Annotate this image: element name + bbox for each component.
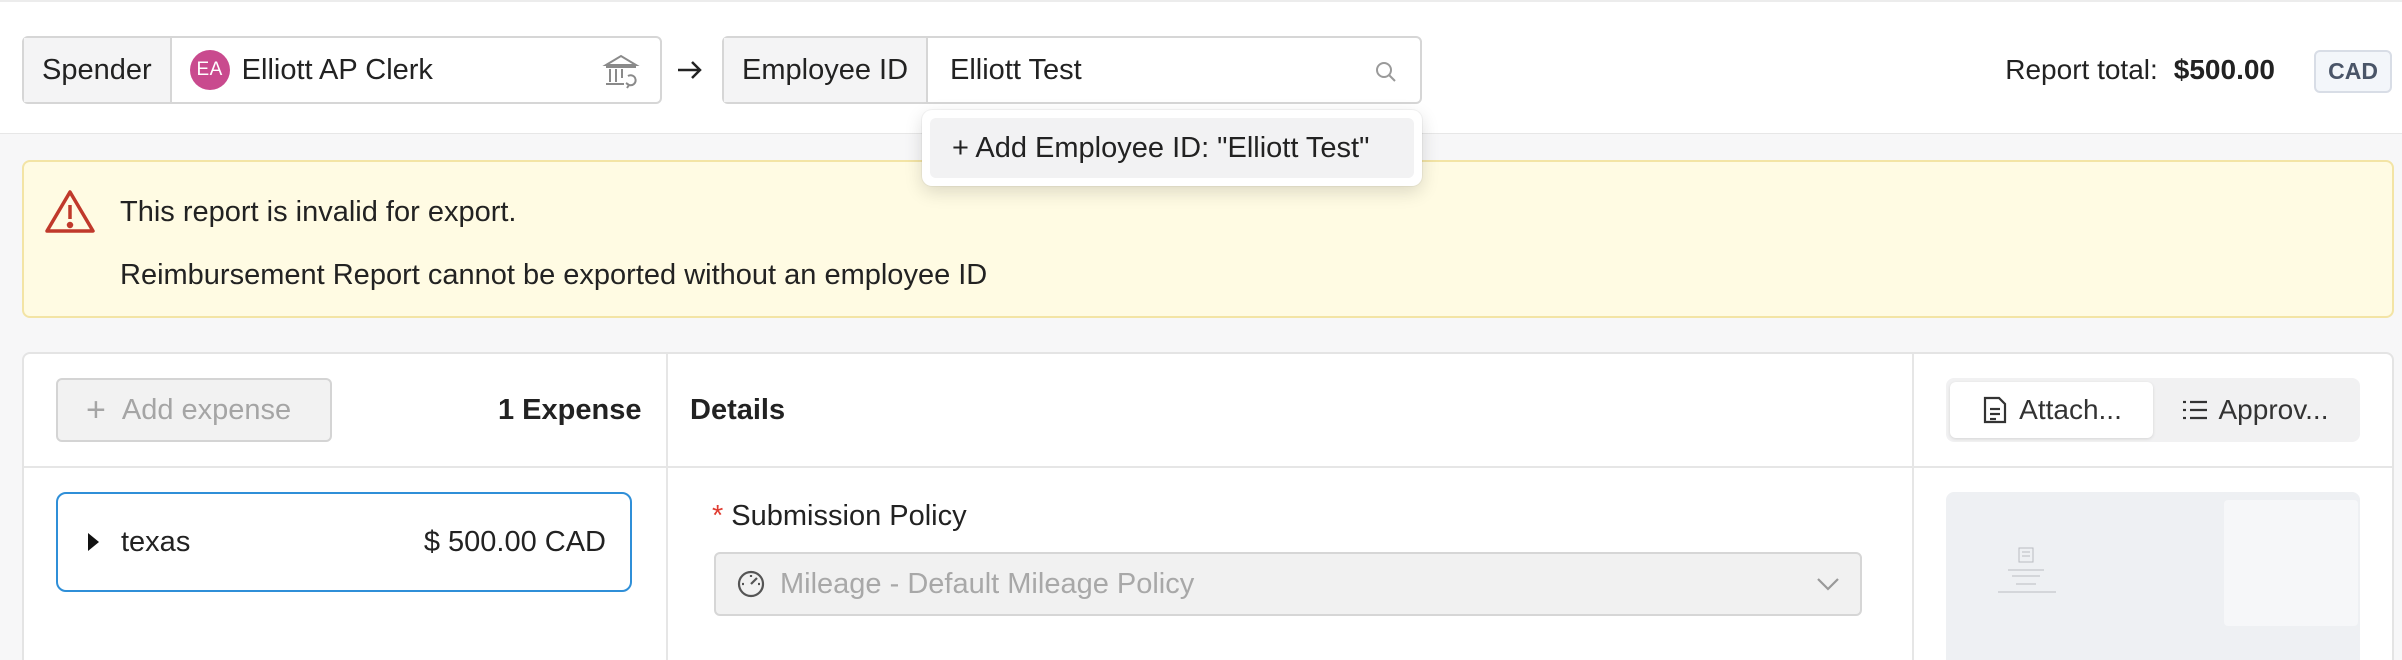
required-mark: *	[712, 500, 724, 532]
details-title: Details	[690, 394, 786, 426]
spender-name: Elliott AP Clerk	[241, 53, 433, 86]
expense-count: 1 Expense	[498, 394, 642, 426]
spender-field[interactable]: Spender EA Elliott AP Clerk	[22, 36, 662, 104]
gauge-icon	[737, 570, 765, 598]
document-icon	[1984, 396, 2007, 424]
report-total-label: Report total:	[2005, 54, 2158, 85]
submission-policy-label: * Submission Policy	[712, 500, 967, 533]
employee-id-dropdown: + Add Employee ID: "Elliott Test"	[922, 110, 1422, 186]
expense-name: texas	[121, 525, 191, 558]
warning-icon	[45, 190, 95, 233]
list-icon	[2182, 400, 2207, 420]
avatar: EA	[189, 50, 230, 90]
alert-title: This report is invalid for export.	[120, 196, 517, 228]
header-divider	[24, 466, 2392, 468]
column-divider	[666, 354, 668, 660]
chevron-down-icon	[1817, 578, 1839, 591]
spender-value[interactable]: EA Elliott AP Clerk	[172, 38, 660, 102]
add-expense-button[interactable]: + Add expense	[56, 378, 332, 442]
employee-id-field[interactable]: Employee ID Elliott Test	[722, 36, 1422, 104]
bank-transfer-icon[interactable]	[602, 52, 640, 90]
caret-right-icon[interactable]	[88, 533, 99, 551]
alert-message: Reimbursement Report cannot be exported …	[120, 259, 988, 291]
report-body-panel: + Add expense 1 Expense Details Attach..…	[22, 352, 2394, 660]
tab-approvals-label: Approv...	[2218, 394, 2329, 425]
currency-badge: CAD	[2314, 50, 2392, 93]
submission-policy-select[interactable]: Mileage - Default Mileage Policy	[714, 552, 1862, 616]
attachment-thumbnail[interactable]	[1946, 492, 2360, 660]
submission-policy-value: Mileage - Default Mileage Policy	[780, 567, 1195, 600]
submission-policy-label-text: Submission Policy	[731, 500, 967, 532]
column-divider	[1912, 354, 1914, 660]
tab-approvals[interactable]: Approv...	[2153, 382, 2356, 438]
attachment-page-preview	[2224, 500, 2358, 626]
expense-amount: $ 500.00 CAD	[423, 525, 606, 558]
expense-list-item[interactable]: texas $ 500.00 CAD	[56, 492, 632, 592]
add-employee-id-option[interactable]: + Add Employee ID: "Elliott Test"	[930, 118, 1414, 178]
side-panel-tabs: Attach... Approv...	[1946, 378, 2360, 442]
employee-id-input[interactable]: Elliott Test	[928, 38, 1420, 102]
add-expense-label: Add expense	[121, 393, 292, 426]
report-total: Report total: $500.00	[2005, 54, 2275, 86]
report-total-amount: $500.00	[2173, 54, 2275, 85]
arrow-right-icon	[678, 61, 702, 79]
search-icon	[1376, 62, 1396, 82]
plus-icon: +	[86, 391, 106, 429]
employee-id-value: Elliott Test	[950, 53, 1082, 86]
spender-label: Spender	[24, 38, 172, 102]
tab-attachments-label: Attach...	[2019, 394, 2122, 425]
receipt-preview-icon	[1998, 547, 2056, 593]
employee-id-label: Employee ID	[724, 38, 929, 102]
tab-attachments[interactable]: Attach...	[1950, 382, 2153, 438]
